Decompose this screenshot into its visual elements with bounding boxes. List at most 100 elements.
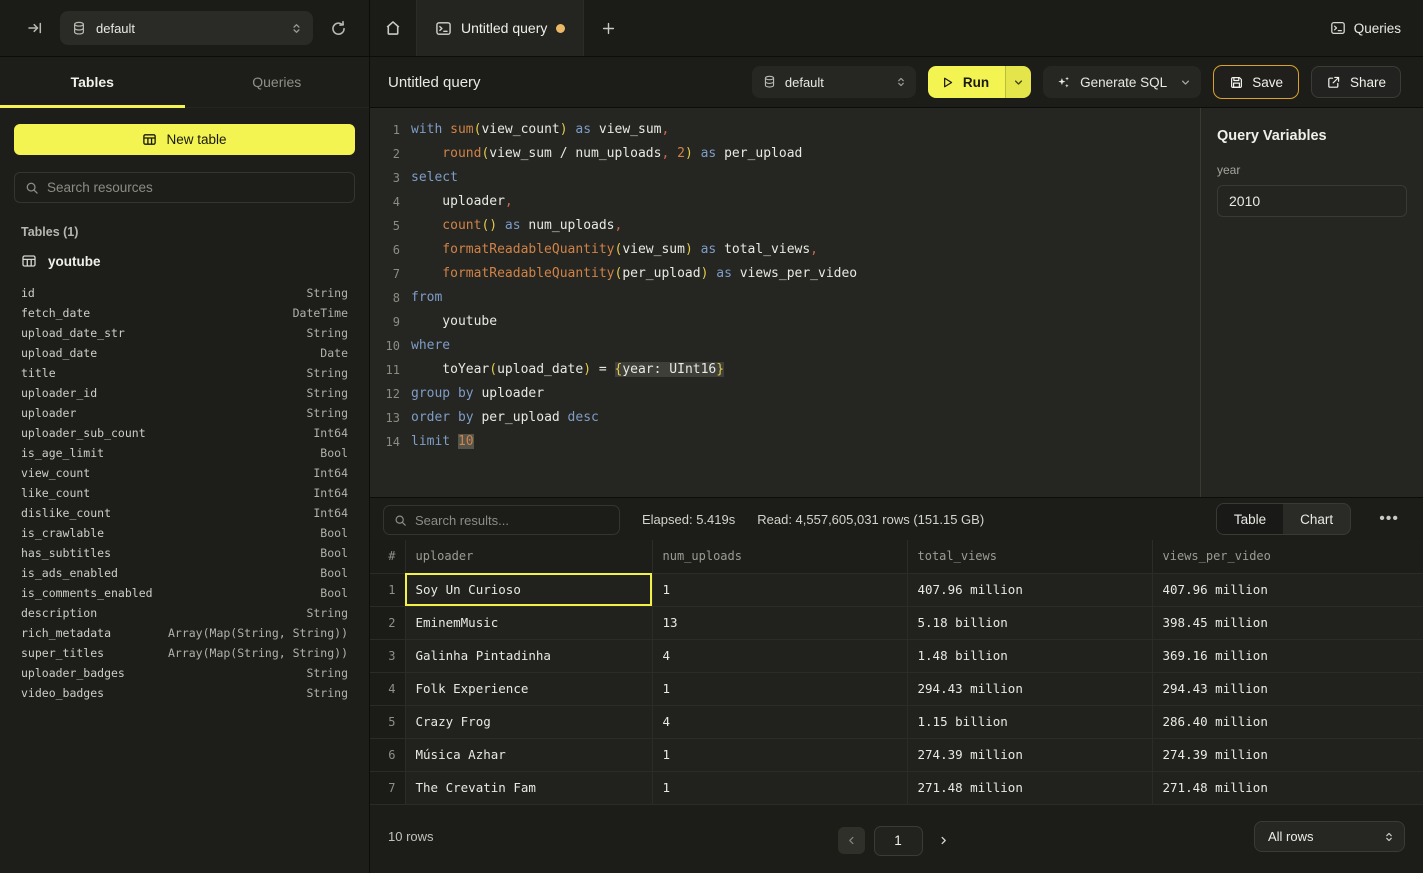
table-cell[interactable]: The Crevatin Fam [405,771,652,804]
table-cell[interactable]: 294.43 million [1152,672,1423,705]
table-cell[interactable]: 271.48 million [907,771,1152,804]
share-icon [1326,75,1341,90]
column-name: like_count [21,486,90,500]
column-type: Bool [320,446,348,460]
column-type: String [306,286,348,300]
results-search [383,505,620,535]
table-cell[interactable]: Folk Experience [405,672,652,705]
table-cell[interactable]: Soy Un Curioso [405,573,652,606]
schema-column-row: video_badgesString [21,683,348,703]
table-cell[interactable]: 5.18 billion [907,606,1152,639]
schema-column-row: dislike_countInt64 [21,503,348,523]
line-number: 6 [370,238,400,262]
tab-untitled-query[interactable]: Untitled query [416,0,584,56]
code-token: formatReadableQuantity [442,266,614,281]
schema-column-row: idString [21,283,348,303]
search-resources-input[interactable] [47,180,344,195]
code-text: round(view_sum / num_uploads, 2) as per_… [400,142,802,166]
chevron-right-icon [938,835,949,846]
table-cell[interactable]: 271.48 million [1152,771,1423,804]
table-cell[interactable]: 407.96 million [1152,573,1423,606]
code-token: year: UInt16 [622,362,716,377]
table-cell[interactable]: 286.40 million [1152,705,1423,738]
generate-sql-button[interactable]: Generate SQL [1043,66,1201,98]
table-cell[interactable]: 4 [652,639,907,672]
database-selector[interactable]: default [60,11,313,45]
view-tab-chart[interactable]: Chart [1283,504,1350,534]
save-button[interactable]: Save [1213,65,1299,99]
column-type: Int64 [313,506,348,520]
table-cell[interactable]: 1 [652,573,907,606]
run-button[interactable]: Run [928,66,1005,98]
table-cell[interactable]: 1 [652,771,907,804]
plus-icon [601,21,616,36]
save-icon [1229,75,1244,90]
share-button[interactable]: Share [1311,66,1401,98]
top-bar-left: default [0,0,370,56]
run-options-button[interactable] [1005,66,1031,98]
database-icon [72,21,86,36]
sidebar-tab-tables[interactable]: Tables [0,57,185,107]
run-button-group: Run [928,66,1031,98]
table-cell[interactable]: Galinha Pintadinha [405,639,652,672]
home-button[interactable] [370,0,416,56]
table-cell[interactable]: 1 [652,738,907,771]
page-number-box[interactable]: 1 [874,826,923,856]
code-token: as [693,146,724,161]
code-line: 8from [370,286,1200,310]
sidebar-tab-queries[interactable]: Queries [185,57,370,107]
queries-button[interactable]: Queries [1308,0,1423,56]
search-results-input[interactable] [415,513,609,528]
table-row: 5Crazy Frog41.15 billion286.40 million [370,705,1423,738]
table-icon [21,253,37,269]
table-cell[interactable]: 274.39 million [1152,738,1423,771]
database-icon [763,75,776,89]
table-cell[interactable]: 4 [652,705,907,738]
table-cell[interactable]: 13 [652,606,907,639]
toolbar-database-selector[interactable]: default [752,66,916,98]
next-page-button[interactable] [932,829,956,853]
new-tab-button[interactable] [584,0,632,56]
new-table-button-label: New table [166,132,226,147]
table-cell[interactable]: Música Azhar [405,738,652,771]
table-cell[interactable]: 274.39 million [907,738,1152,771]
sql-editor[interactable]: 1with sum(view_count) as view_sum,2round… [370,108,1200,497]
table-cell[interactable]: 369.16 million [1152,639,1423,672]
code-text: limit 10 [400,430,474,454]
code-token: () [481,218,497,233]
table-cell[interactable]: 1 [652,672,907,705]
code-token: uploader [442,194,505,209]
table-cell[interactable]: 294.43 million [907,672,1152,705]
table-cell[interactable]: 407.96 million [907,573,1152,606]
code-token: ) [583,362,591,377]
new-table-button[interactable]: New table [14,124,355,155]
schema-column-row: upload_date_strString [21,323,348,343]
previous-page-button[interactable] [838,827,865,854]
code-line: 2round(view_sum / num_uploads, 2) as per… [370,142,1200,166]
row-index: 5 [370,705,405,738]
table-cell[interactable]: EminemMusic [405,606,652,639]
code-line: 12group by uploader [370,382,1200,406]
toolbar-database-value: default [785,75,886,90]
query-variables-panel: Query Variables year [1200,108,1423,497]
collapse-sidebar-icon[interactable] [20,13,50,43]
column-type: Array(Map(String, String)) [168,646,348,660]
table-cell[interactable]: 1.48 billion [907,639,1152,672]
sidebar-table-youtube[interactable]: youtube [14,249,355,273]
search-icon [25,181,39,195]
table-cell[interactable]: 398.45 million [1152,606,1423,639]
variable-input-year[interactable] [1217,185,1407,217]
code-line: 11toYear(upload_date) = {year: UInt16} [370,358,1200,382]
line-number: 3 [370,166,400,190]
table-cell[interactable]: Crazy Frog [405,705,652,738]
refresh-icon[interactable] [323,13,353,43]
column-name: uploader_id [21,386,97,400]
column-name: video_badges [21,686,104,700]
code-text: from [400,286,442,310]
column-type: Array(Map(String, String)) [168,626,348,640]
view-tab-table[interactable]: Table [1217,504,1283,534]
column-type: String [306,366,348,380]
more-options-icon[interactable]: ••• [1373,506,1405,532]
table-cell[interactable]: 1.15 billion [907,705,1152,738]
page-size-selector[interactable]: All rows [1254,821,1405,852]
